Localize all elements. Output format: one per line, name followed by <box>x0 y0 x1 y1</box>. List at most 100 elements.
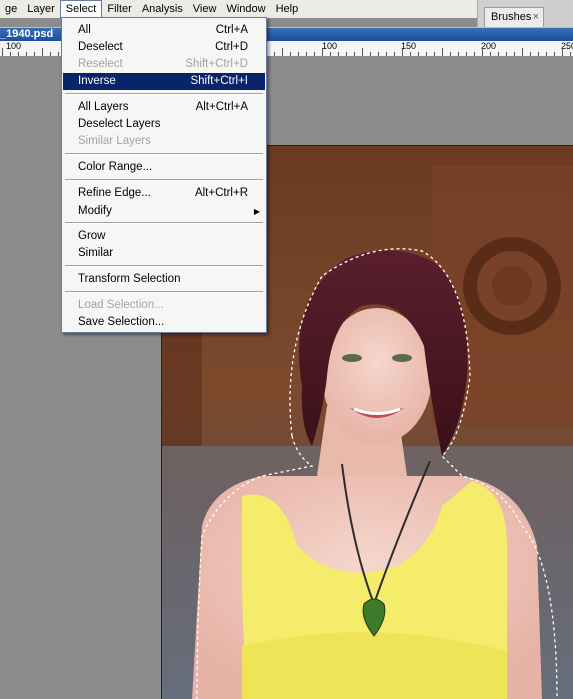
menu-help[interactable]: Help <box>271 0 304 18</box>
shortcut-label: Ctrl+A <box>215 24 248 36</box>
menu-separator <box>65 291 263 293</box>
ruler-tick <box>362 48 363 56</box>
ruler-tick <box>538 52 539 56</box>
menu-item-load-selection[interactable]: Load Selection... <box>63 297 265 314</box>
menu-item-label: Similar Layers <box>78 135 151 147</box>
ruler-tick <box>322 48 323 56</box>
menu-filter[interactable]: Filter <box>102 0 136 18</box>
menu-separator <box>65 265 263 267</box>
ruler-tick <box>450 52 451 56</box>
ruler-tick <box>370 52 371 56</box>
menu-item-all-layers[interactable]: All Layers Alt+Ctrl+A <box>63 99 265 116</box>
menu-item-label: Deselect <box>78 41 123 53</box>
menu-item-similar[interactable]: Similar <box>63 245 265 262</box>
ruler-tick <box>570 52 571 56</box>
close-icon[interactable]: × <box>533 8 539 27</box>
menu-item-color-range[interactable]: Color Range... <box>63 159 265 176</box>
menu-separator <box>65 179 263 181</box>
ruler-tick <box>298 52 299 56</box>
menu-item-label: All <box>78 24 91 36</box>
menu-item-label: Load Selection... <box>78 299 164 311</box>
ruler-tick <box>530 52 531 56</box>
menu-view[interactable]: View <box>188 0 222 18</box>
menu-item-label: Transform Selection <box>78 273 181 285</box>
select-menu-dropdown: All Ctrl+A Deselect Ctrl+D Reselect Shif… <box>61 17 267 333</box>
ruler-tick <box>546 52 547 56</box>
shortcut-label: Alt+Ctrl+R <box>194 187 248 199</box>
ruler-tick <box>442 48 443 56</box>
menu-image[interactable]: ge <box>0 0 22 18</box>
ruler-tick <box>314 52 315 56</box>
menu-item-refine-edge[interactable]: Refine Edge... Alt+Ctrl+R <box>63 185 265 202</box>
menu-item-deselect[interactable]: Deselect Ctrl+D <box>63 39 265 56</box>
ruler-label: 200 <box>481 41 497 51</box>
ruler-tick <box>434 52 435 56</box>
ruler-tick <box>346 52 347 56</box>
menu-item-label: Deselect Layers <box>78 118 161 130</box>
ruler-tick <box>490 52 491 56</box>
ruler-tick <box>42 48 43 56</box>
ruler-tick <box>522 48 523 56</box>
menu-item-grow[interactable]: Grow <box>63 228 265 245</box>
ruler-tick <box>26 52 27 56</box>
ruler-tick <box>474 52 475 56</box>
menu-item-all[interactable]: All Ctrl+A <box>63 22 265 39</box>
ruler-tick <box>10 52 11 56</box>
menu-bar: ge Layer Select Filter Analysis View Win… <box>0 0 480 18</box>
ruler-tick <box>2 48 3 56</box>
menu-item-label: Refine Edge... <box>78 187 151 199</box>
ruler-tick <box>306 52 307 56</box>
ruler-tick <box>330 52 331 56</box>
ruler-tick <box>466 52 467 56</box>
ruler-label: 150 <box>401 41 417 51</box>
ruler-tick <box>34 52 35 56</box>
brushes-panel-tab[interactable]: Brushes × <box>484 7 544 27</box>
ruler-tick <box>386 52 387 56</box>
menu-item-transform-selection[interactable]: Transform Selection <box>63 271 265 288</box>
menu-item-label: Reselect <box>78 58 123 70</box>
menu-separator <box>65 93 263 95</box>
ruler-tick <box>274 52 275 56</box>
ruler-tick <box>482 48 483 56</box>
ruler-tick <box>498 52 499 56</box>
menu-item-reselect[interactable]: Reselect Shift+Ctrl+D <box>63 56 265 73</box>
menu-item-inverse[interactable]: Inverse Shift+Ctrl+I <box>63 73 265 90</box>
ruler-tick <box>554 52 555 56</box>
ruler-tick <box>426 52 427 56</box>
ruler-tick <box>506 52 507 56</box>
ruler-tick <box>338 52 339 56</box>
ruler-label: 100 <box>6 41 22 51</box>
menu-item-similar-layers[interactable]: Similar Layers <box>63 133 265 150</box>
menu-analysis[interactable]: Analysis <box>137 0 188 18</box>
ruler-tick <box>378 52 379 56</box>
ruler-tick <box>410 52 411 56</box>
menu-item-modify[interactable]: Modify ▶ <box>63 203 265 220</box>
menu-separator <box>65 153 263 155</box>
menu-item-label: Similar <box>78 247 114 259</box>
menu-item-label: Modify <box>78 205 112 217</box>
menu-select[interactable]: Select <box>59 0 103 18</box>
menu-item-deselect-layers[interactable]: Deselect Layers <box>63 116 265 133</box>
ruler-tick <box>58 52 59 56</box>
menu-layer[interactable]: Layer <box>22 0 60 18</box>
shortcut-label: Alt+Ctrl+A <box>195 101 248 113</box>
ruler-tick <box>514 52 515 56</box>
ruler-tick <box>18 52 19 56</box>
document-title: _1940.psd <box>0 28 54 40</box>
menu-item-label: Grow <box>78 230 106 242</box>
shortcut-label: Ctrl+D <box>215 41 248 53</box>
ruler-tick <box>458 52 459 56</box>
ruler-tick <box>282 48 283 56</box>
menu-item-save-selection[interactable]: Save Selection... <box>63 314 265 331</box>
brushes-tab-label: Brushes <box>491 11 532 23</box>
shortcut-label: Shift+Ctrl+D <box>185 58 248 70</box>
ruler-tick <box>50 52 51 56</box>
menu-item-label: Color Range... <box>78 161 153 173</box>
ruler-tick <box>402 48 403 56</box>
menu-window[interactable]: Window <box>221 0 270 18</box>
ruler-tick <box>394 52 395 56</box>
menu-item-label: Inverse <box>78 75 116 87</box>
ruler-tick <box>354 52 355 56</box>
submenu-arrow-icon: ▶ <box>253 207 260 216</box>
panel-dock: Brushes × <box>477 0 573 30</box>
